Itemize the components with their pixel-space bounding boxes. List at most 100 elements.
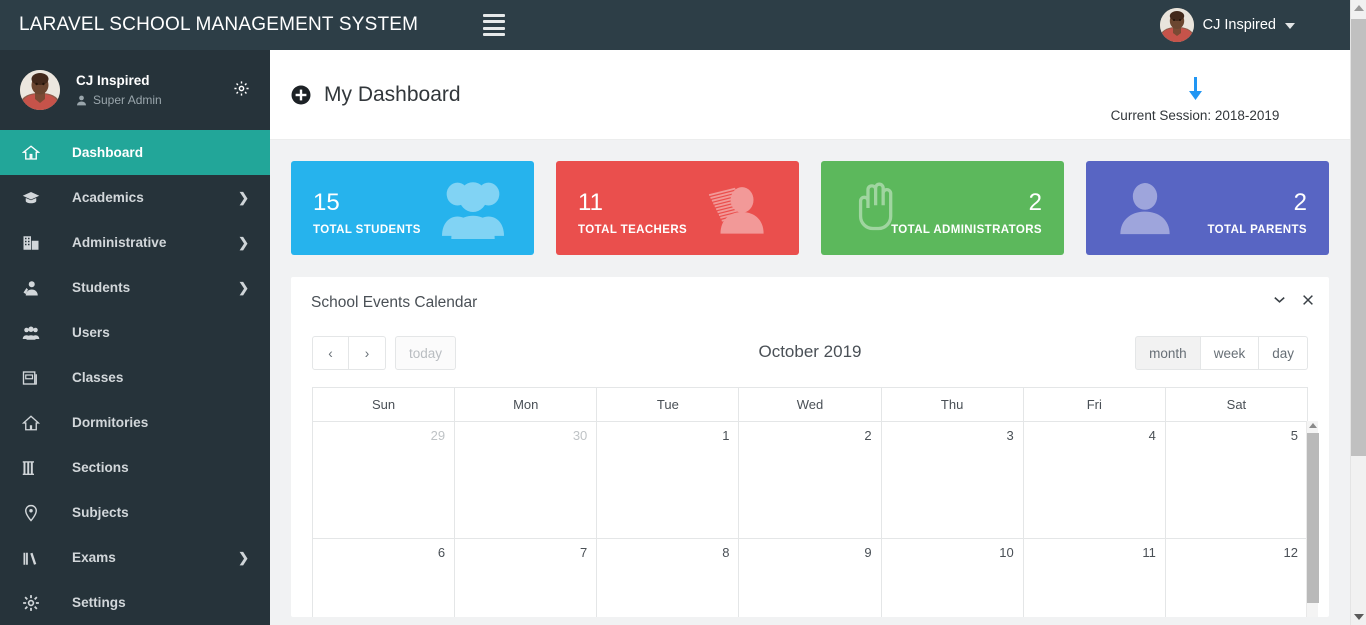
scroll-down-arrow-icon[interactable]	[1354, 614, 1364, 620]
page-scrollbar[interactable]	[1350, 0, 1366, 625]
sidebar-item-label: Administrative	[72, 235, 167, 250]
sidebar-item-label: Dormitories	[72, 415, 149, 430]
scroll-up-arrow-icon[interactable]	[1309, 423, 1317, 428]
sidebar-item-settings[interactable]: Settings	[0, 580, 270, 625]
calendar-day-header: Wed	[739, 388, 882, 421]
main-content: My Dashboard Current Session: 2018-2019 …	[270, 50, 1350, 625]
sidebar-item-dormitories[interactable]: Dormitories	[0, 400, 270, 445]
calendar-grid: Sun Mon Tue Wed Thu Fri Sat 29 30 1 2 3 4 5 6 7 8 9 10 11 1…	[312, 387, 1319, 617]
chevron-right-icon: ❯	[238, 549, 249, 565]
calendar-day-cell[interactable]: 30	[455, 422, 598, 538]
sidebar-item-label: Classes	[72, 370, 124, 385]
sidebar-item-administrative[interactable]: Administrative ❯	[0, 220, 270, 265]
stat-cards-row: 15 TOTAL STUDENTS 11 TOTAL TEACHERS 2 TOTAL A…	[270, 140, 1350, 255]
calendar-day-header: Thu	[882, 388, 1024, 421]
chevron-right-icon: ❯	[238, 189, 249, 205]
map-marker-icon	[22, 504, 50, 522]
calendar-day-headers: Sun Mon Tue Wed Thu Fri Sat	[313, 388, 1307, 421]
calendar-day-cell[interactable]: 8	[597, 539, 740, 617]
calendar-day-cell[interactable]: 6	[313, 539, 456, 617]
calendar-view-week[interactable]: week	[1200, 336, 1260, 370]
gear-icon[interactable]	[233, 80, 250, 97]
calendar-day-cell[interactable]: 2	[739, 422, 882, 538]
calendar-day-cell[interactable]: 7	[455, 539, 598, 617]
stat-card-number: 2	[1293, 189, 1307, 216]
top-navbar: LARAVEL SCHOOL MANAGEMENT SYSTEM CJ Insp…	[0, 0, 1350, 50]
page-title: My Dashboard	[324, 83, 461, 106]
scrollbar-thumb[interactable]	[1351, 19, 1366, 456]
sidebar-item-label: Subjects	[72, 505, 129, 520]
user-icon	[1116, 179, 1174, 237]
stat-card-total-administrators[interactable]: 2 TOTAL ADMINISTRATORS	[821, 161, 1064, 255]
calendar-view-month[interactable]: month	[1135, 336, 1201, 370]
stat-card-number: 15	[313, 189, 340, 216]
calendar-view-day[interactable]: day	[1259, 336, 1308, 370]
calendar-day-header: Mon	[455, 388, 598, 421]
sidebar-item-academics[interactable]: Academics ❯	[0, 175, 270, 220]
calendar-day-header: Tue	[597, 388, 740, 421]
sidebar-item-label: Students	[72, 280, 131, 295]
arrow-down-icon	[1188, 77, 1202, 100]
sidebar-item-subjects[interactable]: Subjects	[0, 490, 270, 535]
close-icon[interactable]	[1301, 293, 1315, 307]
stat-card-total-parents[interactable]: 2 TOTAL PARENTS	[1086, 161, 1329, 255]
graduation-cap-icon	[22, 189, 50, 207]
calendar-day-cell[interactable]: 10	[882, 539, 1024, 617]
calendar-day-cell[interactable]: 29	[313, 422, 456, 538]
sidebar-item-label: Academics	[72, 190, 144, 205]
sidebar-item-users[interactable]: Users	[0, 310, 270, 355]
scrollbar-thumb[interactable]	[1307, 433, 1319, 603]
gear-icon	[22, 594, 50, 612]
sidebar-profile-name: CJ Inspired	[76, 73, 150, 88]
calendar-day-cell[interactable]: 3	[882, 422, 1024, 538]
sidebar: CJ Inspired Super Admin Dashboard Academi…	[0, 50, 270, 625]
calendar-toolbar: ‹ › today October 2019 month week day	[291, 329, 1329, 387]
calendar-day-cell[interactable]: 9	[739, 539, 882, 617]
user-icon	[77, 95, 86, 105]
sidebar-nav: Dashboard Academics ❯ Administrative ❯ Studen…	[0, 130, 270, 625]
chevron-down-icon[interactable]	[1272, 292, 1287, 307]
sidebar-item-label: Settings	[72, 595, 126, 610]
calendar-day-cell[interactable]: 1	[597, 422, 740, 538]
topbar-username: CJ Inspired	[1202, 17, 1276, 33]
sidebar-item-label: Exams	[72, 550, 116, 565]
hamburger-icon[interactable]	[483, 14, 506, 36]
books-icon	[22, 549, 50, 567]
sidebar-item-label: Sections	[72, 460, 129, 475]
scroll-up-arrow-icon[interactable]	[1354, 5, 1364, 11]
stat-card-total-teachers[interactable]: 11 TOTAL TEACHERS	[556, 161, 799, 255]
user-menu-button[interactable]: CJ Inspired	[1159, 0, 1295, 50]
stat-card-label: TOTAL TEACHERS	[578, 224, 688, 236]
calendar-scrollbar[interactable]	[1306, 421, 1319, 617]
house-icon	[22, 414, 50, 432]
calendar-day-cell[interactable]: 4	[1024, 422, 1166, 538]
stat-card-total-students[interactable]: 15 TOTAL STUDENTS	[291, 161, 534, 255]
sidebar-item-exams[interactable]: Exams ❯	[0, 535, 270, 580]
group-of-people-icon	[442, 177, 504, 239]
chevron-down-icon	[1285, 23, 1295, 29]
avatar	[20, 70, 60, 110]
calendar-day-cell[interactable]: 5	[1166, 422, 1307, 538]
calendar-day-header: Sun	[313, 388, 456, 421]
avatar	[1159, 8, 1194, 42]
school-events-calendar-panel: School Events Calendar ‹ › today October…	[291, 277, 1329, 617]
calendar-day-cell[interactable]: 11	[1024, 539, 1166, 617]
sidebar-item-sections[interactable]: Sections	[0, 445, 270, 490]
calendar-day-header: Fri	[1024, 388, 1166, 421]
current-session-text: Current Session: 2018-2019	[1110, 108, 1280, 123]
home-icon	[22, 144, 50, 162]
sidebar-item-dashboard[interactable]: Dashboard	[0, 130, 270, 175]
chevron-right-icon: ❯	[238, 234, 249, 250]
building-icon	[22, 234, 50, 252]
student-icon	[22, 279, 50, 297]
sidebar-item-classes[interactable]: Classes	[0, 355, 270, 400]
users-icon	[22, 324, 50, 342]
sidebar-item-label: Dashboard	[72, 145, 144, 160]
stat-card-label: TOTAL ADMINISTRATORS	[891, 224, 1042, 236]
stat-card-number: 2	[1028, 189, 1042, 216]
calendar-day-cell[interactable]: 12	[1166, 539, 1307, 617]
sidebar-profile[interactable]: CJ Inspired Super Admin	[0, 50, 270, 130]
page-header: My Dashboard Current Session: 2018-2019	[270, 50, 1350, 140]
window-icon	[22, 369, 50, 387]
sidebar-item-students[interactable]: Students ❯	[0, 265, 270, 310]
